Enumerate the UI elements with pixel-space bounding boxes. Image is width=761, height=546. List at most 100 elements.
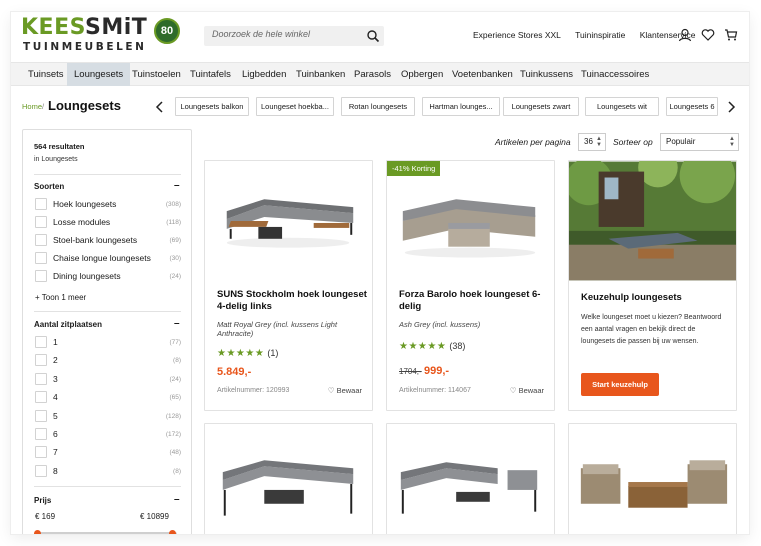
product-image[interactable] xyxy=(205,161,372,281)
checkbox-seats-6[interactable] xyxy=(35,428,47,440)
option-label[interactable]: 5 xyxy=(53,411,58,421)
chip-loungesets-wit[interactable]: Loungesets wit xyxy=(585,97,659,116)
checkbox-seats-2[interactable] xyxy=(35,354,47,366)
product-image[interactable] xyxy=(387,161,554,281)
chip-rotan-loungesets[interactable]: Rotan loungesets xyxy=(341,97,415,116)
heart-icon: ♡ xyxy=(327,386,337,395)
save-button[interactable]: ♡ Bewaar xyxy=(510,386,544,395)
option-count: (30) xyxy=(169,255,181,262)
product-card[interactable]: -41% Korting Forza Barolo hoek loungeset… xyxy=(386,160,555,411)
product-title[interactable]: SUNS Stockholm hoek loungeset 4-delig li… xyxy=(217,289,367,313)
filter-soorten-title[interactable]: Soorten xyxy=(34,182,64,191)
product-variant: Ash Grey (incl. kussens) xyxy=(399,320,481,329)
option-label[interactable]: Hoek loungesets xyxy=(53,199,116,209)
checkbox-seats-1[interactable] xyxy=(35,336,47,348)
chip-loungesets-balkon[interactable]: Loungesets balkon xyxy=(175,97,249,116)
checkbox-hoek-loungesets[interactable] xyxy=(35,198,47,210)
filter-zitplaatsen-title[interactable]: Aantal zitplaatsen xyxy=(34,320,102,329)
checkbox-stoel-bank[interactable] xyxy=(35,234,47,246)
keuzehulp-text: Welke loungeset moet u kiezen? Beantwoor… xyxy=(581,314,722,345)
show-more-link[interactable]: + Toon 1 meer xyxy=(35,293,86,302)
search-input[interactable]: Doorzoek de hele winkel xyxy=(212,29,310,39)
collapse-prijs-toggle[interactable]: – xyxy=(174,494,180,505)
main-nav: Tuinsets Loungesets Tuinstoelen Tuintafe… xyxy=(11,62,749,86)
per-page-label: Artikelen per pagina xyxy=(495,137,571,147)
product-title[interactable]: Forza Barolo hoek loungeset 6-delig xyxy=(399,289,549,313)
chip-hartman-loungesets[interactable]: Hartman lounges... xyxy=(422,97,500,116)
option-label[interactable]: 1 xyxy=(53,337,58,347)
option-label[interactable]: Chaise longue loungesets xyxy=(53,253,151,263)
link-experience-stores[interactable]: Experience Stores XXL xyxy=(473,30,561,40)
search-icon[interactable] xyxy=(366,29,380,43)
option-label[interactable]: 6 xyxy=(53,429,58,439)
product-card[interactable] xyxy=(386,423,555,534)
nav-parasols[interactable]: Parasols xyxy=(347,63,398,86)
per-page-value: 36 xyxy=(584,137,593,146)
option-label[interactable]: 7 xyxy=(53,447,58,457)
filter-prijs-title[interactable]: Prijs xyxy=(34,496,51,505)
product-card[interactable] xyxy=(568,423,737,534)
option-label[interactable]: Dining loungesets xyxy=(53,271,121,281)
chevron-right-icon[interactable] xyxy=(725,100,737,114)
start-keuzehulp-button[interactable]: Start keuzehulp xyxy=(581,373,659,396)
option-label[interactable]: Losse modules xyxy=(53,217,110,227)
filter-sidebar: 564 resultaten in Loungesets Soorten – H… xyxy=(22,129,192,534)
cart-icon[interactable] xyxy=(724,28,738,42)
option-label[interactable]: 2 xyxy=(53,355,58,365)
breadcrumb-home[interactable]: Home xyxy=(22,102,42,111)
checkbox-seats-5[interactable] xyxy=(35,410,47,422)
nav-tuinaccessoires[interactable]: Tuinaccessoires xyxy=(574,63,656,86)
save-button[interactable]: ♡ Bewaar xyxy=(328,386,362,395)
checkbox-dining[interactable] xyxy=(35,270,47,282)
nav-tuinbanken[interactable]: Tuinbanken xyxy=(289,63,352,86)
sort-select[interactable]: Populair ▲ ▼ xyxy=(660,133,739,151)
product-price: 5.849,- xyxy=(217,366,252,378)
product-image[interactable] xyxy=(387,424,554,534)
nav-opbergen[interactable]: Opbergen xyxy=(394,63,450,86)
price-slider-max-handle[interactable] xyxy=(169,530,176,534)
option-label[interactable]: Stoel-bank loungesets xyxy=(53,235,137,245)
result-context: in Loungesets xyxy=(34,156,78,163)
nav-loungesets[interactable]: Loungesets xyxy=(67,63,131,86)
heart-icon[interactable] xyxy=(701,28,715,42)
divider xyxy=(34,486,181,487)
nav-tuinstoelen[interactable]: Tuinstoelen xyxy=(125,63,188,86)
account-icon[interactable] xyxy=(678,28,692,42)
option-label[interactable]: 3 xyxy=(53,374,58,384)
chevron-left-icon[interactable] xyxy=(154,100,166,114)
nav-tuinkussens[interactable]: Tuinkussens xyxy=(513,63,580,86)
checkbox-losse-modules[interactable] xyxy=(35,216,47,228)
product-card[interactable]: SUNS Stockholm hoek loungeset 4-delig li… xyxy=(204,160,373,411)
rating-stars: ★★★★★ (1) xyxy=(217,348,279,359)
option-label[interactable]: 4 xyxy=(53,392,58,402)
price-slider-min-handle[interactable] xyxy=(34,530,41,534)
checkbox-seats-3[interactable] xyxy=(35,373,47,385)
collapse-zitplaatsen-toggle[interactable]: – xyxy=(174,318,180,329)
brand-logo[interactable]: KEESSMiT TUINMEUBELEN 80 xyxy=(21,16,181,56)
search-bar[interactable]: Doorzoek de hele winkel xyxy=(204,26,384,46)
link-tuininspiratie[interactable]: Tuininspiratie xyxy=(575,30,625,40)
collapse-soorten-toggle[interactable]: – xyxy=(174,180,180,191)
checkbox-seats-8[interactable] xyxy=(35,465,47,477)
checkbox-seats-7[interactable] xyxy=(35,446,47,458)
chip-loungesets-6[interactable]: Loungesets 6 xyxy=(666,97,718,116)
chip-loungesets-zwart[interactable]: Loungesets zwart xyxy=(503,97,579,116)
per-page-select[interactable]: 36 ▲ ▼ xyxy=(578,133,606,151)
price-slider-track[interactable] xyxy=(37,532,177,534)
chip-loungeset-hoekbank[interactable]: Loungeset hoekba... xyxy=(256,97,334,116)
nav-tuintafels[interactable]: Tuintafels xyxy=(183,63,238,86)
product-image[interactable] xyxy=(569,424,736,534)
logo-subtitle: TUINMEUBELEN xyxy=(23,41,147,53)
checkbox-chaise-longue[interactable] xyxy=(35,252,47,264)
option-label[interactable]: 8 xyxy=(53,466,58,476)
checkbox-seats-4[interactable] xyxy=(35,391,47,403)
nav-tuinsets[interactable]: Tuinsets xyxy=(21,63,71,86)
nav-voetenbanken[interactable]: Voetenbanken xyxy=(445,63,520,86)
sort-label: Sorteer op xyxy=(613,137,653,147)
option-count: (48) xyxy=(169,449,181,456)
product-image[interactable] xyxy=(205,424,372,534)
breadcrumb: Home / Loungesets Loungesets balkon Loun… xyxy=(11,92,749,122)
nav-ligbedden[interactable]: Ligbedden xyxy=(235,63,293,86)
product-price: 999,- xyxy=(424,365,450,377)
product-card[interactable] xyxy=(204,423,373,534)
